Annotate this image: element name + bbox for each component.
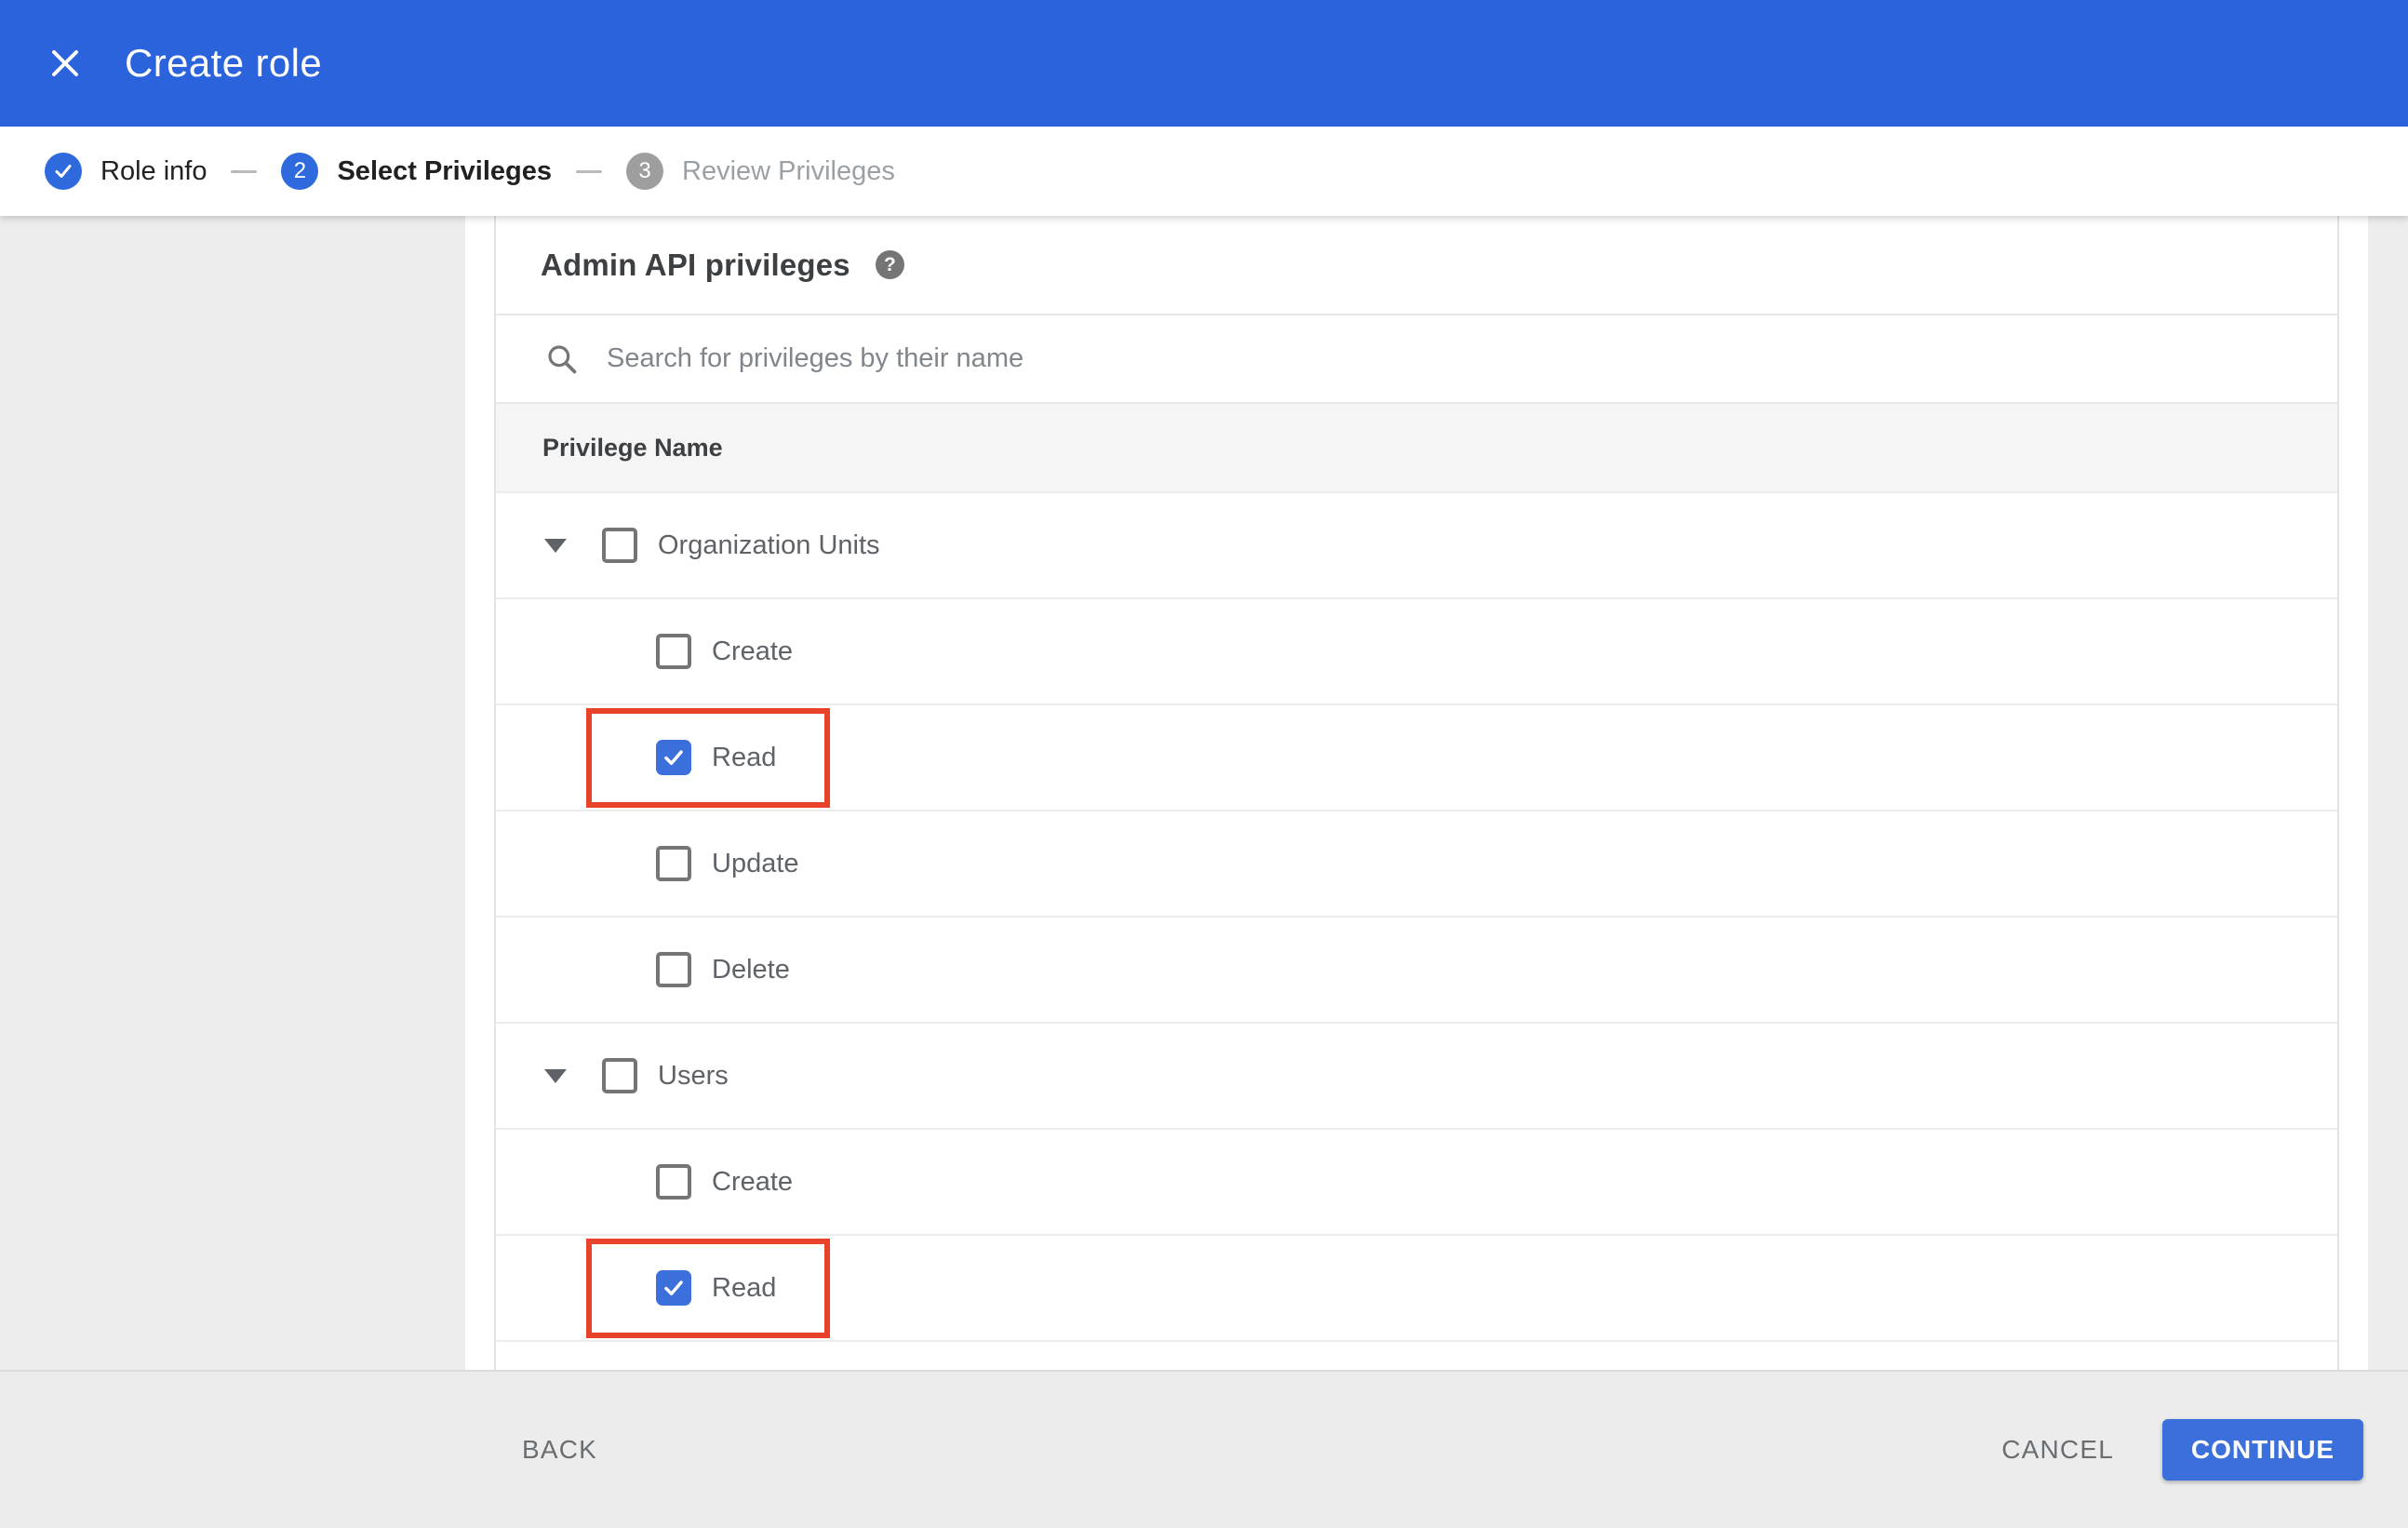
privilege-label: Users [658,1060,729,1091]
privilege-label: Create [712,636,794,666]
checkbox-checked[interactable] [656,1270,691,1306]
table-row-partial [496,1340,2337,1370]
privilege-label: Update [712,848,799,878]
column-header-privilege-name: Privilege Name [542,433,723,462]
help-button[interactable]: ? [875,250,904,279]
dialog-title: Create role [125,41,323,85]
step-separator [231,169,258,173]
step-complete-circle [45,153,82,190]
table-row-privilege: Create [496,597,2337,704]
section-title: Admin API privileges [541,247,850,282]
check-icon [662,1276,686,1300]
checkbox-unchecked[interactable] [656,634,691,669]
privilege-rows: Organization Units Create Read Update Delete… [496,491,2337,1340]
privileges-table: Admin API privileges ? Privil [494,216,2339,1370]
privilege-label: Delete [712,954,790,985]
privilege-label: Read [712,1272,777,1303]
step-number-circle: 2 [281,153,319,190]
section-title-row: Admin API privileges ? [496,216,2337,314]
triangle-down-icon[interactable] [544,538,567,553]
privilege-label: Read [712,742,777,772]
checkbox-unchecked[interactable] [656,952,691,987]
checkbox-unchecked[interactable] [602,1058,637,1093]
question-mark-icon: ? [883,253,896,275]
cancel-button[interactable]: CANCEL [2001,1435,2114,1465]
privilege-label: Create [712,1166,794,1197]
step-role-info[interactable]: Role info [45,153,207,190]
checkbox-unchecked[interactable] [656,1164,691,1200]
table-header-row: Privilege Name [496,402,2337,491]
close-button[interactable] [45,43,86,84]
table-row-privilege: Update [496,810,2337,916]
x-icon [48,47,82,80]
step-number-circle: 3 [626,153,663,190]
step-label: Select Privileges [337,155,552,186]
step-select-privileges[interactable]: 2 Select Privileges [281,153,552,190]
step-label: Role info [100,155,207,186]
app-bar: Create role [0,0,2408,127]
step-separator [576,169,602,173]
search-input[interactable] [605,342,2337,375]
table-row-privilege: Read [496,704,2337,810]
back-button[interactable]: BACK [522,1435,597,1465]
step-review-privileges[interactable]: 3 Review Privileges [626,153,895,190]
privilege-label: Organization Units [658,529,880,560]
create-role-dialog: Create role Role info 2 Select Privilege… [0,0,2408,1528]
continue-button[interactable]: CONTINUE [2162,1419,2363,1481]
magnifier-icon [544,342,580,377]
triangle-down-icon[interactable] [544,1068,567,1083]
check-icon [52,160,74,182]
footer-bar: BACK CANCEL CONTINUE [0,1370,2408,1528]
table-row-group: Users [496,1022,2337,1128]
table-row-privilege: Read [496,1234,2337,1340]
table-row-privilege: Create [496,1128,2337,1234]
step-label: Review Privileges [682,155,895,186]
highlight-annotation-box [586,708,830,808]
checkbox-checked[interactable] [656,740,691,775]
highlight-annotation-box [586,1239,830,1338]
table-row-privilege: Delete [496,916,2337,1022]
main-content: Admin API privileges ? Privil [0,216,2408,1370]
search-row [496,314,2337,402]
check-icon [662,745,686,770]
table-row-group: Organization Units [496,491,2337,597]
stepper: Role info 2 Select Privileges 3 Review P… [0,127,2408,216]
privileges-panel: Admin API privileges ? Privil [465,216,2368,1370]
checkbox-unchecked[interactable] [602,528,637,563]
checkbox-unchecked[interactable] [656,846,691,881]
